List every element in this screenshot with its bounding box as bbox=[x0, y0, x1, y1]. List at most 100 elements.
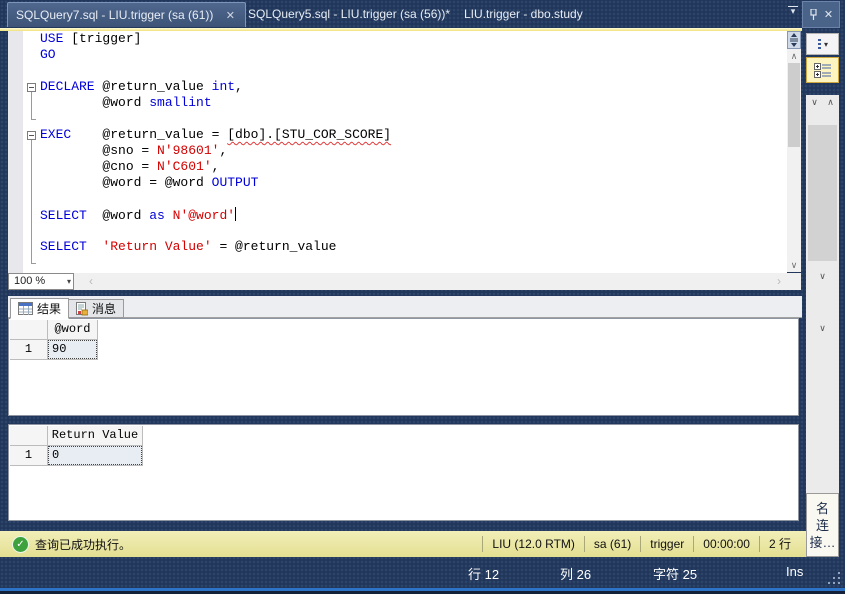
results-grid: @word 1 90 bbox=[10, 320, 98, 360]
results-grid-panel-2: Return Value 1 0 bbox=[8, 424, 799, 521]
sql-keyword: as bbox=[149, 208, 165, 223]
sql-keyword: EXEC bbox=[40, 127, 72, 142]
resize-grip[interactable] bbox=[826, 570, 841, 585]
right-dock-panel: ▾ ∨ ∧ ∨ ∨ ∨ 名 连 接… bbox=[806, 31, 840, 557]
sql-keyword: SELECT bbox=[40, 239, 87, 254]
sql-text: = @return_value bbox=[211, 239, 337, 254]
success-check-icon: ✓ bbox=[12, 535, 29, 553]
document-tab[interactable]: SQLQuery5.sql - LIU.trigger (sa (56))* bbox=[240, 2, 458, 26]
editor-status-bar: 行 12 列 26 字符 25 Ins bbox=[0, 557, 845, 588]
code-line[interactable]: SELECT 'Return Value' = @return_value bbox=[40, 239, 336, 255]
elapsed-time: 00:00:00 bbox=[693, 536, 759, 552]
sql-string: N'98601' bbox=[157, 143, 220, 158]
sql-editor[interactable]: USE [trigger] GO DECLARE @return_value int… bbox=[8, 31, 787, 273]
pin-icon[interactable] bbox=[809, 9, 818, 20]
zoom-dropdown-icon[interactable]: ▾ bbox=[67, 274, 71, 289]
sql-keyword: GO bbox=[40, 47, 56, 62]
fold-toggle-icon[interactable] bbox=[27, 131, 36, 140]
document-tab[interactable]: SQLQuery7.sql - LIU.trigger (sa (61)) ✕ bbox=[7, 2, 247, 27]
grid-row: 1 90 bbox=[10, 340, 98, 360]
sql-text: , bbox=[219, 143, 228, 158]
code-line[interactable]: @cno = N'C601', bbox=[40, 159, 219, 175]
column-header[interactable]: @word bbox=[48, 320, 98, 340]
panel-menu-button[interactable]: ▾ bbox=[806, 33, 839, 55]
scroll-down-icon[interactable]: ∨ bbox=[787, 258, 801, 272]
grid-corner-cell[interactable] bbox=[10, 426, 48, 446]
tab-list-dropdown-icon[interactable]: ▾ bbox=[786, 6, 800, 16]
database-name: trigger bbox=[640, 536, 693, 552]
code-line[interactable]: SELECT @word as N'@word' bbox=[40, 207, 237, 223]
status-message: 查询已成功执行。 bbox=[35, 537, 132, 552]
sql-text: @cno = bbox=[40, 159, 158, 174]
chevron-up-icon[interactable]: ∧ bbox=[814, 97, 845, 108]
scroll-up-icon[interactable]: ∧ bbox=[787, 49, 801, 63]
grid-corner-cell[interactable] bbox=[10, 320, 48, 340]
zoom-selector[interactable]: 100 % ▾ bbox=[8, 273, 74, 290]
document-tab-label: SQLQuery7.sql - LIU.trigger (sa (61)) bbox=[16, 8, 214, 22]
code-line[interactable]: @word = @word OUTPUT bbox=[40, 175, 258, 191]
properties-side-tab[interactable]: 名 连 接… bbox=[806, 493, 839, 557]
grid-row: 10 bbox=[10, 446, 143, 466]
sql-keyword: SELECT bbox=[40, 208, 87, 223]
sql-keyword: USE bbox=[40, 31, 64, 46]
chevron-down-icon: ∨ bbox=[819, 323, 826, 333]
code-line[interactable]: GO bbox=[40, 47, 56, 63]
close-tab-icon[interactable]: ✕ bbox=[223, 9, 237, 22]
toolwindow-caption: ✕ bbox=[802, 1, 840, 28]
sql-text: @sno = bbox=[40, 143, 158, 158]
dropdown-icon: ▾ bbox=[823, 39, 828, 49]
tab-results[interactable]: 结果 bbox=[10, 298, 70, 319]
sql-string: N'C601' bbox=[157, 159, 212, 174]
results-grid-panel-1: @word 1 90 bbox=[8, 318, 799, 416]
code-line[interactable]: USE [trigger] bbox=[40, 31, 141, 47]
sql-keyword: int bbox=[211, 79, 236, 94]
fold-guide-end bbox=[31, 263, 36, 264]
editor-vertical-scrollbar[interactable]: ∧ ∨ bbox=[787, 31, 801, 272]
results-tab-strip: 结果 消息 bbox=[8, 296, 802, 319]
panel-scroll-area[interactable]: ∨ ∧ ∨ ∨ ∨ bbox=[806, 95, 839, 519]
sql-text: [trigger] bbox=[63, 31, 142, 46]
panel-scroll-thumb[interactable] bbox=[808, 125, 837, 261]
scroll-right-icon[interactable]: › bbox=[772, 274, 786, 289]
insert-mode-indicator: Ins bbox=[786, 564, 804, 579]
outline-toggle-button[interactable] bbox=[806, 57, 839, 83]
tab-messages-label: 消息 bbox=[92, 302, 117, 316]
grid-cell[interactable]: 90 bbox=[48, 340, 98, 360]
zoom-value: 100 % bbox=[14, 275, 46, 287]
scroll-left-icon[interactable]: ‹ bbox=[84, 274, 98, 289]
tab-messages[interactable]: 消息 bbox=[67, 299, 125, 318]
editor-horizontal-scrollbar[interactable]: 100 % ▾ ‹ › bbox=[8, 273, 801, 290]
fold-guide-end bbox=[31, 119, 36, 120]
document-tab-label: LIU.trigger - dbo.study bbox=[464, 7, 583, 21]
code-line[interactable]: @word smallint bbox=[40, 95, 212, 111]
sql-string: 'Return Value' bbox=[102, 239, 212, 254]
sql-keyword: smallint bbox=[149, 95, 212, 110]
sql-text: , bbox=[211, 159, 220, 174]
row-header[interactable]: 1 bbox=[10, 340, 48, 360]
status-right-group: LIU (12.0 RTM) sa (61) trigger 00:00:00 2 行 bbox=[482, 531, 800, 557]
line-indicator: 行 12 bbox=[468, 567, 500, 582]
server-name: LIU (12.0 RTM) bbox=[482, 536, 583, 552]
sql-text: @return_value = bbox=[71, 127, 228, 142]
document-tab-label: SQLQuery5.sql - LIU.trigger (sa (56))* bbox=[248, 7, 451, 21]
column-header[interactable]: Return Value bbox=[48, 426, 143, 446]
code-line[interactable]: DECLARE @return_value int, bbox=[40, 79, 243, 95]
row-header[interactable]: 1 bbox=[10, 446, 48, 466]
close-toolwindow-icon[interactable]: ✕ bbox=[824, 8, 833, 21]
grid-cell[interactable]: 0 bbox=[48, 446, 143, 466]
code-line[interactable]: EXEC @return_value = [dbo].[STU_COR_SCOR… bbox=[40, 127, 391, 143]
sql-text: , bbox=[235, 79, 243, 94]
splitter-handle-icon[interactable] bbox=[787, 31, 801, 49]
sql-text: @word = @word bbox=[40, 175, 212, 190]
sql-text: @word bbox=[86, 208, 150, 223]
sql-text: @return_value bbox=[94, 79, 212, 94]
fold-toggle-icon[interactable] bbox=[27, 83, 36, 92]
char-indicator: 字符 25 bbox=[653, 567, 698, 582]
code-line[interactable]: @sno = N'98601', bbox=[40, 143, 227, 159]
text-cursor bbox=[235, 207, 237, 221]
indicator-margin bbox=[8, 31, 23, 273]
sql-string: N'@word' bbox=[172, 208, 236, 223]
document-tab[interactable]: LIU.trigger - dbo.study bbox=[456, 2, 591, 26]
